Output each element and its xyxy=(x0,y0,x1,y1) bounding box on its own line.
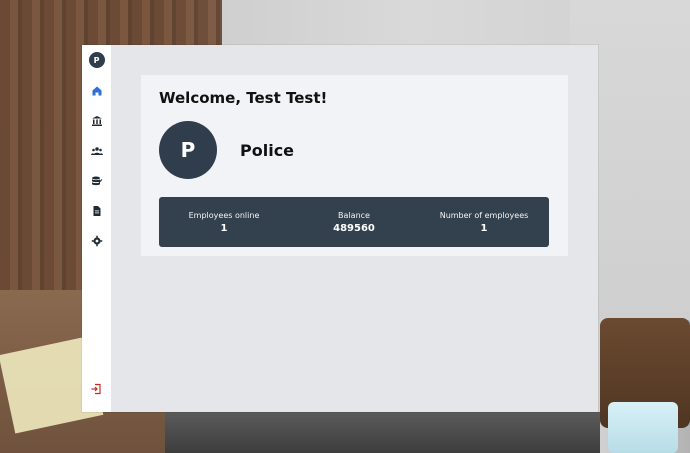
stat-label: Balance xyxy=(338,210,370,220)
background-floor xyxy=(165,412,600,453)
welcome-heading: Welcome, Test Test! xyxy=(159,89,328,107)
coins-icon xyxy=(91,172,103,191)
bank-icon xyxy=(91,112,103,131)
stat-label: Employees online xyxy=(188,210,260,220)
stat-value: 1 xyxy=(220,222,228,234)
organization-avatar-letter: P xyxy=(180,138,196,162)
sidebar-item-documents[interactable] xyxy=(87,201,107,221)
sidebar-item-bank[interactable] xyxy=(87,111,107,131)
sidebar: P xyxy=(82,45,111,412)
company-app-window: P Welcome, Test Test! P Police Employees… xyxy=(82,45,598,412)
stat-value: 489560 xyxy=(333,222,375,234)
stats-bar: Employees online 1 Balance 489560 Number… xyxy=(159,197,549,247)
background-tissue-box xyxy=(608,402,678,453)
sidebar-avatar-letter: P xyxy=(93,55,100,65)
sidebar-item-finance[interactable] xyxy=(87,171,107,191)
sidebar-avatar[interactable]: P xyxy=(88,52,105,68)
employees-icon xyxy=(90,142,103,161)
stat-label: Number of employees xyxy=(439,210,529,220)
sidebar-item-home[interactable] xyxy=(87,81,107,101)
logout-icon xyxy=(90,380,102,399)
organization-name: Police xyxy=(240,140,295,160)
document-icon xyxy=(91,202,103,221)
stat-balance: Balance 489560 xyxy=(290,211,419,234)
stat-number-of-employees: Number of employees 1 xyxy=(420,211,549,234)
organization-avatar: P xyxy=(159,121,217,179)
home-icon xyxy=(91,82,103,101)
stat-value: 1 xyxy=(480,222,488,234)
organization-row: P Police xyxy=(159,121,550,179)
gear-icon xyxy=(91,232,103,251)
stat-employees-online: Employees online 1 xyxy=(160,211,289,234)
sidebar-item-settings[interactable] xyxy=(87,231,107,251)
logout-button[interactable] xyxy=(86,379,106,399)
sidebar-item-employees[interactable] xyxy=(87,141,107,161)
main-content: Welcome, Test Test! P Police Employees o… xyxy=(111,45,598,412)
company-overview-card: Welcome, Test Test! P Police Employees o… xyxy=(141,75,568,256)
